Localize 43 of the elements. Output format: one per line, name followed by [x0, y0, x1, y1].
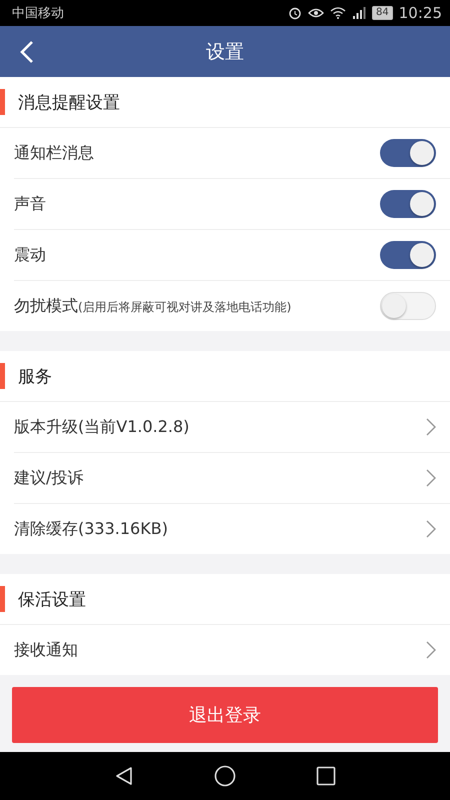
- recents-icon[interactable]: [316, 766, 336, 786]
- row-label: 勿扰模式(启用后将屏蔽可视对讲及落地电话功能): [14, 296, 292, 316]
- clock-time: 10:25: [398, 4, 442, 22]
- settings-row[interactable]: 接收通知: [14, 625, 450, 675]
- alarm-icon: [288, 6, 302, 20]
- back-icon[interactable]: [114, 766, 134, 786]
- section-title: 保活设置: [18, 588, 86, 610]
- section-accent-bar: [0, 89, 5, 115]
- row-label: 建议/投诉: [14, 468, 84, 488]
- chevron-icon: [426, 469, 436, 487]
- toggle-switch[interactable]: [380, 190, 436, 218]
- toggle-switch[interactable]: [380, 139, 436, 167]
- row-label: 震动: [14, 244, 46, 266]
- settings-row[interactable]: 通知栏消息: [14, 128, 450, 179]
- chevron-icon: [426, 520, 436, 538]
- page-title: 设置: [206, 40, 244, 64]
- row-label: 声音: [14, 194, 46, 214]
- eye-icon: [308, 7, 324, 19]
- chevron-icon: [426, 641, 436, 659]
- settings-row[interactable]: 版本升级(当前V1.0.2.8): [14, 402, 450, 453]
- row-label: 通知栏消息: [14, 142, 94, 164]
- row-label: 清除缓存(333.16KB): [14, 518, 168, 540]
- section-title: 服务: [18, 366, 52, 388]
- chevron-icon: [426, 418, 436, 436]
- toggle-switch[interactable]: [380, 241, 436, 269]
- settings-row[interactable]: 清除缓存(333.16KB): [14, 504, 450, 554]
- home-icon[interactable]: [214, 765, 236, 787]
- section-accent-bar: [0, 586, 5, 612]
- logout-button[interactable]: 退出登录: [12, 687, 438, 743]
- settings-row[interactable]: 建议/投诉: [14, 453, 450, 504]
- row-label: 接收通知: [14, 640, 78, 660]
- section-accent-bar: [0, 363, 5, 389]
- carrier-name: 中国移动: [12, 5, 64, 22]
- wifi-icon: [330, 7, 346, 19]
- signal-icon: [352, 7, 366, 19]
- settings-row[interactable]: 震动: [14, 230, 450, 281]
- settings-row[interactable]: 勿扰模式(启用后将屏蔽可视对讲及落地电话功能): [14, 281, 450, 331]
- row-label: 版本升级(当前V1.0.2.8): [14, 416, 190, 438]
- settings-row[interactable]: 声音: [14, 179, 450, 230]
- toggle-switch[interactable]: [380, 292, 436, 320]
- back-icon[interactable]: [20, 40, 34, 64]
- battery-level: 84: [372, 6, 393, 20]
- section-title: 消息提醒设置: [18, 92, 120, 114]
